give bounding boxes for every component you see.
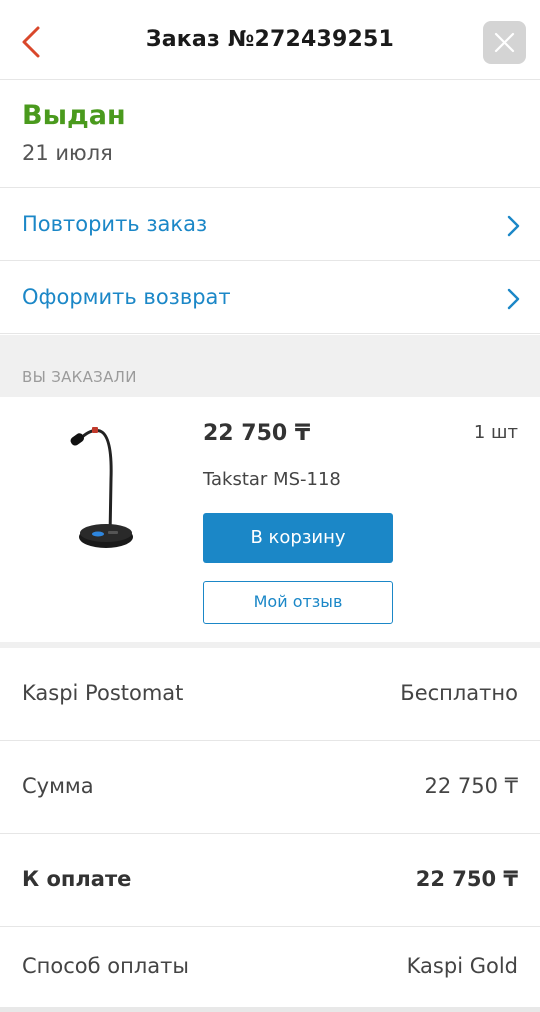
add-to-cart-button[interactable]: В корзину xyxy=(203,513,393,563)
return-order-row[interactable]: Оформить возврат xyxy=(0,261,540,334)
repeat-order-label: Повторить заказ xyxy=(22,212,208,236)
summary-key: К оплате xyxy=(22,867,132,891)
return-order-label: Оформить возврат xyxy=(22,285,231,309)
summary-key: Kaspi Postomat xyxy=(22,681,184,705)
close-button[interactable] xyxy=(483,21,526,64)
microphone-image[interactable] xyxy=(68,419,138,554)
summary-row-sum: Сумма 22 750 ₸ xyxy=(0,741,540,834)
summary-key: Сумма xyxy=(22,774,94,798)
product-price: 22 750 ₸ xyxy=(203,421,311,446)
chevron-right-icon xyxy=(507,215,520,237)
summary-row-total: К оплате 22 750 ₸ xyxy=(0,834,540,927)
ordered-section-caption: ВЫ ЗАКАЗАЛИ xyxy=(22,368,137,386)
summary-row-payment: Способ оплаты Kaspi Gold xyxy=(0,927,540,1007)
order-status-block: Выдан 21 июля xyxy=(0,80,540,188)
close-icon xyxy=(494,32,515,53)
page-title: Заказ №272439251 xyxy=(145,27,395,52)
chevron-right-icon xyxy=(507,288,520,310)
order-date: 21 июля xyxy=(22,141,113,165)
repeat-order-row[interactable]: Повторить заказ xyxy=(0,188,540,261)
summary-row-delivery: Kaspi Postomat Бесплатно xyxy=(0,648,540,741)
summary-value: 22 750 ₸ xyxy=(424,774,518,798)
product-quantity: 1 шт xyxy=(473,422,518,443)
summary-value: 22 750 ₸ xyxy=(415,867,518,891)
product-name[interactable]: Takstar MS-118 xyxy=(203,469,341,490)
header-bar: Заказ №272439251 xyxy=(0,0,540,80)
ordered-section-header: ВЫ ЗАКАЗАЛИ xyxy=(0,335,540,397)
my-review-button[interactable]: Мой отзыв xyxy=(203,581,393,624)
summary-key: Способ оплаты xyxy=(22,954,189,978)
summary-value: Бесплатно xyxy=(400,681,518,705)
summary-value: Kaspi Gold xyxy=(406,954,518,978)
product-card: 22 750 ₸ 1 шт Takstar MS-118 В корзину М… xyxy=(0,397,540,642)
order-status: Выдан xyxy=(22,100,126,131)
bottom-divider xyxy=(0,1007,540,1012)
